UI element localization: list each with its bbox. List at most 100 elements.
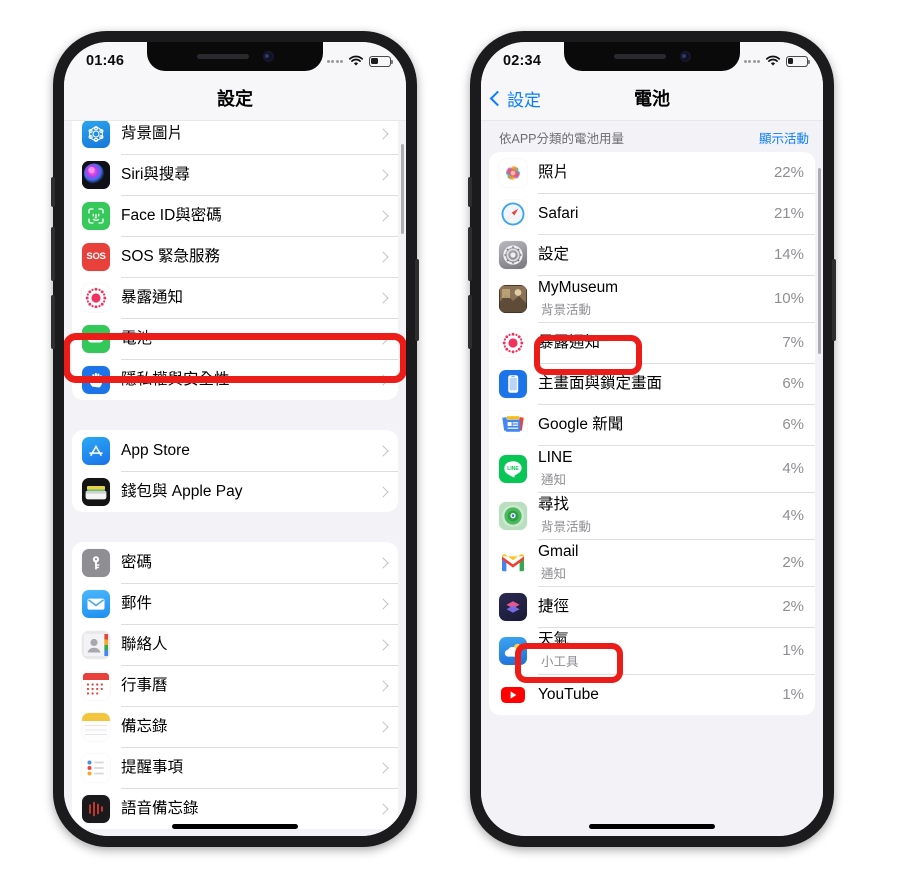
photos-icon	[499, 158, 527, 187]
battery-row-shortcuts[interactable]: 捷徑 2%	[489, 586, 815, 627]
sidebar-item-sos[interactable]: SOS SOS 緊急服務	[72, 236, 398, 277]
reminders-icon	[82, 753, 110, 782]
battery-row-line[interactable]: LINE LINE 通知 4%	[489, 445, 815, 492]
battery-row-weather[interactable]: 天氣 小工具 1%	[489, 627, 815, 674]
sidebar-item-siri[interactable]: Siri與搜尋	[72, 154, 398, 195]
battery-row-findmy[interactable]: 尋找 背景活動 4%	[489, 492, 815, 539]
chevron-right-icon	[377, 761, 389, 774]
youtube-icon	[499, 680, 527, 709]
chevron-right-icon	[377, 485, 389, 498]
volume-down-button[interactable]	[51, 295, 55, 349]
page-title: 設定	[217, 89, 253, 109]
battery-percent: 1%	[782, 686, 804, 703]
homescreen-icon	[499, 369, 527, 398]
faceid-icon	[82, 201, 110, 230]
sidebar-item-mail[interactable]: 郵件	[72, 583, 398, 624]
battery-usage-list[interactable]: 依APP分類的電池用量 顯示活動 照片 22% Safari 21% 設定 14…	[481, 120, 823, 836]
right-phone-frame: 02:34 設定 電池 依APP分類的電池用量 顯示活動 照片 22% Safa…	[468, 31, 836, 847]
settings-group-1: 背景圖片 Siri與搜尋 Face ID與密碼 SOS SOS 緊急服務 暴露通…	[72, 120, 398, 400]
sidebar-item-faceid[interactable]: Face ID與密碼	[72, 195, 398, 236]
row-label: 語音備忘錄	[121, 799, 199, 817]
sidebar-item-exposure[interactable]: 暴露通知	[72, 277, 398, 318]
battery-row-exposure[interactable]: 暴露通知 7%	[489, 322, 815, 363]
calendar-icon	[82, 671, 110, 700]
battery-percent: 6%	[782, 375, 804, 392]
show-activity-link[interactable]: 顯示活動	[759, 128, 809, 147]
battery-row-googlenews[interactable]: Google 新聞 6%	[489, 404, 815, 445]
silent-switch[interactable]	[51, 177, 55, 207]
exposure-icon	[499, 328, 527, 357]
front-camera	[679, 51, 691, 62]
row-label: 提醒事項	[121, 758, 184, 776]
sidebar-item-reminders[interactable]: 提醒事項	[72, 747, 398, 788]
sidebar-item-contacts[interactable]: 聯絡人	[72, 624, 398, 665]
chevron-right-icon	[377, 291, 389, 304]
settings-group-2: App Store 錢包與 Apple Pay	[72, 430, 398, 512]
app-name: 設定	[538, 245, 570, 263]
status-indicators	[743, 55, 810, 67]
gmail-icon	[499, 548, 527, 577]
chevron-right-icon	[377, 720, 389, 733]
app-name: MyMuseum	[538, 278, 619, 296]
sidebar-item-calendar[interactable]: 行事曆	[72, 665, 398, 706]
settings-list[interactable]: 背景圖片 Siri與搜尋 Face ID與密碼 SOS SOS 緊急服務 暴露通…	[64, 120, 406, 836]
chevron-right-icon	[377, 444, 389, 457]
chevron-right-icon	[377, 679, 389, 692]
battery-icon	[369, 55, 393, 67]
sidebar-item-voicememos[interactable]: 語音備忘錄	[72, 788, 398, 829]
wifi-icon	[348, 55, 364, 66]
chevron-right-icon	[377, 127, 389, 140]
row-label: Face ID與密碼	[121, 206, 222, 224]
exposure-icon	[82, 283, 110, 312]
sidebar-item-battery[interactable]: 電池	[72, 318, 398, 359]
shortcuts-icon	[499, 592, 527, 621]
svg-text:LINE: LINE	[507, 466, 519, 472]
battery-row-youtube[interactable]: YouTube 1%	[489, 674, 815, 715]
app-activity-label: 背景活動	[541, 302, 592, 317]
battery-row-safari[interactable]: Safari 21%	[489, 193, 815, 234]
battery-percent: 2%	[782, 598, 804, 615]
silent-switch[interactable]	[468, 177, 472, 207]
sidebar-item-wallpaper[interactable]: 背景圖片	[72, 120, 398, 154]
sidebar-item-privacy[interactable]: 隱私權與安全性	[72, 359, 398, 400]
row-label: 錢包與 Apple Pay	[121, 482, 243, 500]
row-label: 背景圖片	[121, 124, 184, 142]
app-activity-label: 通知	[541, 566, 567, 581]
sidebar-item-notes[interactable]: 備忘錄	[72, 706, 398, 747]
volume-down-button[interactable]	[468, 295, 472, 349]
sidebar-item-passwords[interactable]: 密碼	[72, 542, 398, 583]
status-time: 02:34	[503, 53, 542, 69]
battery-percent: 4%	[782, 460, 804, 477]
section-header: 依APP分類的電池用量 顯示活動	[481, 120, 823, 152]
battery-app-group: 照片 22% Safari 21% 設定 14% MyMuseum 背景活動 1…	[489, 152, 815, 715]
notes-icon	[82, 712, 110, 741]
app-name: Gmail	[538, 542, 579, 560]
battery-percent: 7%	[782, 334, 804, 351]
power-button[interactable]	[832, 259, 836, 341]
chevron-right-icon	[377, 332, 389, 345]
back-button[interactable]: 設定	[489, 86, 541, 111]
volume-up-button[interactable]	[51, 227, 55, 281]
power-button[interactable]	[415, 259, 419, 341]
wifi-icon	[765, 55, 781, 66]
battery-percent: 4%	[782, 507, 804, 524]
volume-up-button[interactable]	[468, 227, 472, 281]
battery-row-photos[interactable]: 照片 22%	[489, 152, 815, 193]
battery-percent: 1%	[782, 642, 804, 659]
battery-percent: 21%	[773, 205, 804, 222]
row-label: 密碼	[121, 553, 153, 571]
battery-percent: 22%	[773, 164, 804, 181]
row-label: 聯絡人	[121, 635, 168, 653]
scrollbar[interactable]	[400, 144, 404, 234]
safari-icon	[499, 199, 527, 228]
sidebar-item-wallet[interactable]: 錢包與 Apple Pay	[72, 471, 398, 512]
status-indicators	[326, 55, 393, 67]
battery-row-homescreen[interactable]: 主畫面與鎖定畫面 6%	[489, 363, 815, 404]
battery-row-mymuseum[interactable]: MyMuseum 背景活動 10%	[489, 275, 815, 322]
scrollbar[interactable]	[817, 168, 821, 354]
battery-row-gmail[interactable]: Gmail 通知 2%	[489, 539, 815, 586]
battery-row-settings[interactable]: 設定 14%	[489, 234, 815, 275]
row-label: SOS 緊急服務	[121, 247, 221, 265]
sos-icon: SOS	[82, 242, 110, 271]
sidebar-item-appstore[interactable]: App Store	[72, 430, 398, 471]
